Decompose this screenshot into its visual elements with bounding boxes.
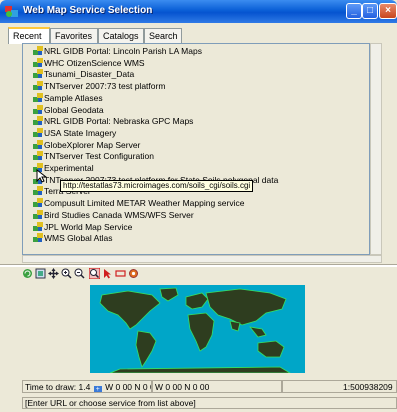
wms-service-icon — [33, 104, 43, 114]
close-button[interactable]: × — [379, 3, 397, 19]
service-list-item[interactable]: Sample Atlases — [33, 92, 103, 104]
zoom-out-icon[interactable] — [74, 268, 85, 279]
wms-service-icon — [33, 151, 43, 161]
service-name: NRL GIDB Portal: Lincoln Parish LA Maps — [44, 46, 202, 56]
wms-service-icon — [33, 116, 43, 126]
service-name: Compusult Limited METAR Weather Mapping … — [44, 198, 245, 209]
service-name: Experimental — [44, 163, 94, 173]
wms-service-icon — [33, 186, 43, 196]
service-list-item[interactable]: USA State Imagery — [33, 127, 117, 139]
wms-service-icon — [33, 198, 43, 208]
service-name: Tsunami_Disaster_Data — [44, 69, 135, 80]
service-name: JPL World Map Service — [44, 221, 133, 232]
gear-icon[interactable] — [128, 268, 139, 279]
coord-left: W 0 00 N 0 00 — [105, 382, 151, 392]
mouse-cursor-icon — [36, 169, 48, 183]
zoom-full-icon[interactable] — [35, 268, 46, 279]
draw-time-field: Time to draw: 1.4 + W 0 00 N 0 00 — [22, 380, 152, 393]
service-list-item[interactable]: WMS Global Atlas — [33, 233, 113, 244]
service-list-item[interactable]: Compusult Limited METAR Weather Mapping … — [33, 198, 244, 209]
tab-search[interactable]: Search — [144, 28, 182, 43]
service-list-item[interactable]: TNTserver Test Configuration — [33, 151, 154, 162]
select-arrow-icon[interactable] — [102, 268, 113, 279]
service-list-item[interactable]: Bird Studies Canada WMS/WFS Server — [33, 209, 194, 221]
service-name: TNTserver Test Configuration — [44, 151, 154, 162]
zoom-box-icon[interactable] — [89, 268, 100, 279]
service-name: TNTserver 2007:73 test platform — [44, 81, 166, 92]
window-title: Web Map Service Selection — [23, 5, 153, 16]
wms-service-icon — [33, 221, 43, 231]
info-icon[interactable]: + — [93, 386, 102, 392]
service-name: WHC OtizenScience WMS — [44, 57, 145, 68]
service-list-item[interactable]: Tsunami_Disaster_Data — [33, 69, 134, 80]
minimize-button[interactable]: _ — [346, 3, 362, 19]
service-list-item[interactable]: TNTserver 2007:73 test platform — [33, 81, 165, 92]
pane-splitter[interactable] — [0, 264, 397, 267]
wms-service-icon — [33, 139, 43, 149]
draw-time-label: Time to draw: 1.4 — [25, 382, 91, 392]
service-name: Bird Studies Canada WMS/WFS Server — [44, 209, 194, 220]
service-name: GlobeXplorer Map Server — [44, 139, 141, 150]
service-name: Global Geodata — [44, 104, 104, 115]
wms-service-icon — [33, 127, 43, 137]
scale-field: 1:500938209 — [282, 380, 397, 393]
status-bar: Time to draw: 1.4 + W 0 00 N 0 00 W 0 00… — [22, 380, 397, 393]
wms-service-icon — [33, 57, 43, 67]
service-list-item[interactable]: GlobeXplorer Map Server — [33, 139, 141, 151]
window-icon — [5, 6, 18, 17]
service-name: USA State Imagery — [44, 127, 117, 138]
wms-service-icon — [33, 233, 43, 243]
pan-icon[interactable] — [48, 268, 59, 279]
service-name: NRL GIDB Portal: Nebraska GPC Maps — [44, 116, 194, 127]
wms-service-icon — [33, 209, 43, 219]
url-tooltip: http://testatlas73.microimages.com/soils… — [60, 180, 254, 192]
maximize-button[interactable]: □ — [362, 3, 378, 19]
service-list-item[interactable]: JPL World Map Service — [33, 221, 133, 233]
service-list-item[interactable]: NRL GIDB Portal: Lincoln Parish LA Maps — [33, 46, 202, 57]
url-entry-message[interactable]: [Enter URL or choose service from list a… — [22, 397, 397, 409]
service-list-item[interactable]: Global Geodata — [33, 104, 104, 116]
wms-selection-window: Web Map Service Selection _ □ × Recent F… — [0, 0, 397, 412]
tab-favorites[interactable]: Favorites — [50, 28, 98, 43]
service-list-item[interactable]: WHC OtizenScience WMS — [33, 57, 145, 69]
wms-service-icon — [33, 92, 43, 102]
refresh-icon[interactable] — [22, 268, 33, 279]
zoom-in-icon[interactable] — [61, 268, 72, 279]
wms-service-icon — [33, 81, 43, 91]
world-map-image — [90, 285, 305, 373]
map-preview[interactable] — [90, 285, 305, 373]
wms-service-icon — [33, 69, 43, 79]
service-name: WMS Global Atlas — [44, 233, 113, 244]
service-list-item[interactable]: NRL GIDB Portal: Nebraska GPC Maps — [33, 116, 193, 127]
tab-recent[interactable]: Recent — [8, 27, 50, 44]
service-name: Sample Atlases — [44, 92, 103, 103]
wms-service-icon — [33, 46, 43, 55]
tab-catalogs[interactable]: Catalogs — [98, 28, 144, 43]
list-horizontal-scrollbar[interactable] — [22, 255, 382, 263]
coord-center-field: W 0 00 N 0 00 — [152, 380, 282, 393]
service-list: NRL GIDB Portal: Lincoln Parish LA Maps W… — [22, 43, 370, 255]
title-bar[interactable]: Web Map Service Selection _ □ × — [0, 0, 397, 23]
list-vertical-scrollbar[interactable] — [370, 43, 382, 255]
rectangle-icon[interactable] — [115, 268, 126, 279]
